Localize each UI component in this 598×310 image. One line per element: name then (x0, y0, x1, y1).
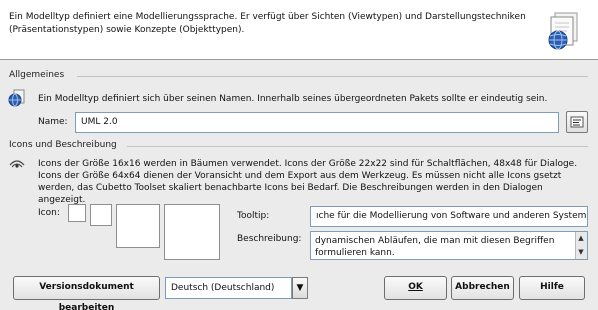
cancel-button[interactable]: Abbrechen (451, 276, 514, 300)
general-section-title: Allgemeines (9, 70, 65, 80)
icon-48-slot[interactable] (116, 204, 160, 248)
language-dropdown-button[interactable]: ▼ (292, 277, 308, 299)
eye-icon (9, 160, 25, 168)
icon-label: Icon: (38, 208, 60, 218)
icon-16-slot[interactable] (68, 204, 86, 222)
icon-22-slot[interactable] (90, 204, 112, 226)
language-select[interactable]: Deutsch (Deutschland) (165, 277, 292, 299)
name-options-button[interactable] (566, 111, 588, 133)
tooltip-input[interactable]: ıche für die Modellierung von Software u… (310, 206, 588, 227)
scroll-up-icon[interactable]: ▲ (576, 233, 586, 243)
text-edit-icon (570, 116, 584, 128)
icons-section-title: Icons und Beschreibung (9, 140, 117, 150)
ok-button[interactable]: OK (384, 276, 447, 300)
chevron-down-icon: ▼ (296, 283, 304, 293)
description-scrollbar[interactable]: ▲ ▼ (575, 232, 587, 259)
info-globe-icon (8, 89, 25, 107)
cancel-label: Abbrechen (455, 282, 510, 292)
language-value: Deutsch (Deutschland) (171, 283, 275, 293)
icon-64-slot[interactable] (164, 204, 220, 260)
general-divider (77, 76, 588, 77)
icons-info-text: Icons der Größe 16x16 werden in Bäumen v… (38, 159, 578, 205)
description-text: dynamischen Abläufen, die man mit diesen… (315, 236, 555, 258)
help-button[interactable]: Hilfe (519, 276, 585, 300)
model-type-icon (548, 12, 578, 50)
name-input[interactable]: UML 2.0 (75, 112, 559, 133)
description-textarea[interactable]: dynamischen Abläufen, die man mit diesen… (310, 231, 588, 260)
help-label: Hilfe (540, 282, 564, 292)
ok-label: OK (408, 282, 423, 292)
header-description: Ein Modelltyp definiert eine Modellierun… (9, 12, 526, 35)
icons-divider (127, 146, 588, 147)
scroll-down-icon[interactable]: ▼ (576, 247, 586, 257)
name-label: Name: (38, 117, 68, 127)
general-info-text: Ein Modelltyp definiert sich über seinen… (38, 94, 548, 104)
edit-version-document-button[interactable]: Versionsdokument bearbeiten (13, 276, 160, 310)
description-label: Beschreibung: (237, 234, 302, 244)
tooltip-label: Tooltip: (237, 211, 270, 221)
header-banner: Ein Modelltyp definiert eine Modellierun… (0, 0, 598, 60)
